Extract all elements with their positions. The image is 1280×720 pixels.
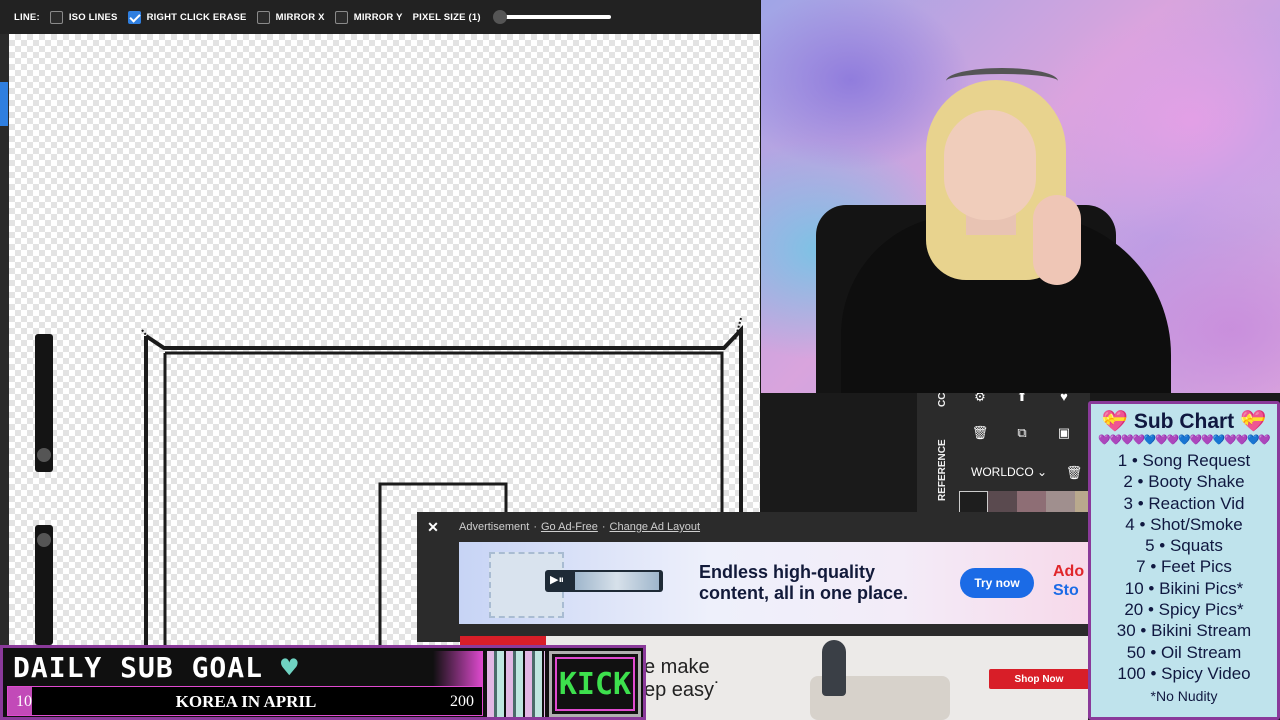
- stream-screen: { "toolbar": { "line_label": "LINE:", "o…: [0, 0, 1280, 720]
- ad-brand-line1: Ado: [1053, 563, 1085, 580]
- ad-headline-line2: content, all in one place.: [699, 583, 909, 603]
- ad-sep: ·: [533, 521, 537, 533]
- heart-icon: ♥: [280, 651, 299, 684]
- palette-swatch[interactable]: [959, 491, 988, 513]
- go-ad-free-link[interactable]: Go Ad-Free: [541, 521, 598, 533]
- sub-chart-item: 5 • Squats: [1145, 536, 1223, 556]
- palette-swatch[interactable]: [1046, 491, 1075, 513]
- goal-title-row: DAILY SUB GOAL ♥: [13, 651, 299, 684]
- trash-icon[interactable]: 🗑: [971, 425, 989, 441]
- side-panel: CC REFERENCE ⚙ ⬆ ♥ 🗑 ⧉ ▣ WORLDCO ⌄ 🗑: [917, 389, 1133, 523]
- try-now-button[interactable]: Try now: [960, 568, 1034, 598]
- cc-label: CC: [937, 392, 948, 407]
- ad2-headline: e make ep easy˙: [644, 656, 721, 702]
- opacity-slider[interactable]: [35, 525, 53, 645]
- ad-label: Advertisement: [459, 521, 530, 533]
- opacity-slider-knob[interactable]: [37, 533, 51, 547]
- copy-icon[interactable]: ⧉: [1013, 425, 1031, 441]
- ad-brand-logo: Ado Sto: [1053, 562, 1088, 600]
- ad2-line2: ep easy˙: [644, 679, 721, 701]
- ad-headline: Endless high-quality content, all in one…: [699, 562, 959, 604]
- image-icon[interactable]: ▣: [1055, 425, 1073, 441]
- palette-select[interactable]: WORLDCO ⌄: [971, 465, 1047, 479]
- goal-label: KOREA IN APRIL: [175, 692, 317, 711]
- sub-chart-item: 30 • Bikini Stream: [1116, 621, 1252, 641]
- ad-headline-line1: Endless high-quality: [699, 562, 876, 582]
- sub-chart-item: 1 • Song Request: [1117, 451, 1251, 470]
- goal-progress-bar: 10 KOREA IN APRIL 200: [7, 686, 483, 716]
- sub-chart-title: Sub Chart: [1133, 410, 1235, 433]
- cat-ears-headband: [946, 68, 1058, 94]
- sub-chart-item: 4 • Shot/Smoke: [1125, 514, 1243, 534]
- brush-size-slider[interactable]: [35, 334, 53, 472]
- goal-title: DAILY SUB GOAL: [13, 651, 264, 684]
- sub-chart-item: 2 • Booty Shake: [1123, 472, 1245, 492]
- play-pause-icon: ▶⏸: [550, 574, 564, 586]
- ad-sep-2: ·: [601, 521, 606, 533]
- streamer-hand: [1033, 195, 1081, 285]
- ad-video-thumbnails: [575, 572, 659, 590]
- ad-video-player: ▶⏸: [545, 570, 663, 592]
- kick-logo-text: KICK: [555, 657, 635, 711]
- sub-chart-item: 100 • Spicy Video: [1117, 663, 1251, 683]
- heart-gift-icon: 💝: [1101, 410, 1128, 433]
- hearts-divider: 💜💜💜💜💙💜💜💙💜💜💙💜💜💙💜: [1098, 435, 1271, 446]
- trash-icon-palette[interactable]: 🗑: [1065, 465, 1083, 481]
- advertisement: ✕ Advertisement · Go Ad-Free · Change Ad…: [417, 512, 1088, 642]
- sub-chart-item: 10 • Bikini Pics*: [1124, 578, 1244, 598]
- sub-chart-note: *No Nudity: [1150, 688, 1218, 705]
- streamer-face: [944, 110, 1036, 220]
- heart-gift-icon: 💝: [1240, 410, 1267, 433]
- palette-name: WORLDCO: [971, 465, 1034, 479]
- close-icon[interactable]: ✕: [417, 519, 449, 536]
- sub-chart-overlay: 💝 Sub Chart 💝 💜💜💜💜💙💜💜💙💜💜💙💜💜💙💜 1 • Song R…: [1088, 401, 1280, 720]
- ad-brand-line2: Sto: [1053, 582, 1079, 599]
- goal-max: 200: [450, 693, 474, 710]
- chevron-down-icon: ⌄: [1037, 465, 1048, 479]
- ad2-person-image: [822, 640, 846, 696]
- shop-now-button[interactable]: Shop Now: [989, 669, 1088, 689]
- palette-swatch[interactable]: [988, 491, 1017, 513]
- webcam-feed: [761, 0, 1280, 393]
- sub-chart-item: 50 • Oil Stream: [1126, 642, 1242, 662]
- kick-logo: KICK: [549, 651, 641, 717]
- reference-tab[interactable]: REFERENCE: [937, 439, 948, 501]
- daily-sub-goal-overlay: DAILY SUB GOAL ♥ 10 KOREA IN APRIL 200 K…: [0, 645, 646, 720]
- sub-chart-title-row: 💝 Sub Chart 💝: [1091, 410, 1277, 434]
- sub-chart-item: 20 • Spicy Pics*: [1124, 600, 1244, 620]
- brush-size-slider-knob[interactable]: [37, 448, 51, 462]
- goal-stripes-decoration: [487, 651, 545, 717]
- change-ad-layout-link[interactable]: Change Ad Layout: [610, 521, 701, 533]
- sub-chart-item: 3 • Reaction Vid: [1123, 493, 1245, 513]
- goal-gradient-accent: [433, 651, 483, 687]
- ad-banner[interactable]: ▶⏸ Endless high-quality content, all in …: [459, 542, 1088, 624]
- sub-chart-list: 1 • Song Request 2 • Booty Shake 3 • Rea…: [1091, 450, 1277, 684]
- sub-chart-item: 7 • Feet Pics: [1136, 557, 1232, 577]
- palette-swatch[interactable]: [1017, 491, 1046, 513]
- ad-header: ✕ Advertisement · Go Ad-Free · Change Ad…: [417, 512, 1088, 542]
- ad2-line1: e make: [644, 656, 710, 678]
